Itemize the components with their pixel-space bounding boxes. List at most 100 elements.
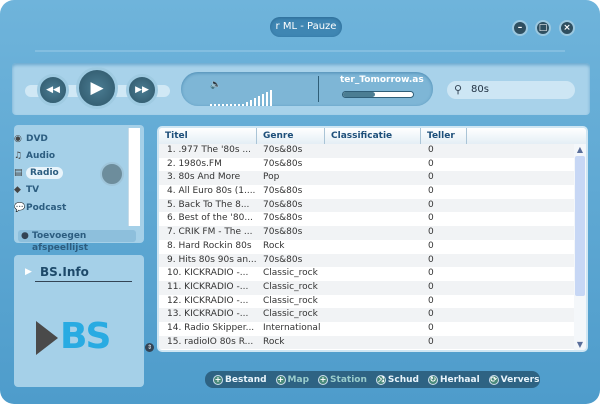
sidebar-item-podcast[interactable]: 💬Podcast (14, 203, 66, 213)
sidebar-item-label: Audio (26, 151, 56, 161)
table-cell: 9. Hits 80s 90s an... (167, 254, 257, 265)
table-cell: 12. KICKRADIO -... (167, 295, 249, 306)
tv-icon: ◆ (14, 185, 21, 195)
minimize-button[interactable]: – (512, 20, 528, 36)
table-row[interactable]: 13. KICKRADIO -... Classic_rock 0 (159, 308, 586, 322)
table-row[interactable]: 11. KICKRADIO -... Classic_rock 0 (159, 280, 586, 295)
divider (318, 76, 319, 102)
maximize-button[interactable]: □ (535, 20, 551, 36)
repeat-button[interactable]: ↻ Herhaal (427, 374, 480, 385)
table-row[interactable]: 1. .977 The '80s ... 70s&80s 0 (159, 144, 586, 158)
toggle-icon[interactable]: ⇕ (145, 343, 154, 352)
table-cell: 0 (428, 309, 434, 320)
table-row[interactable]: 8. Hard Rockin 80s Rock 0 (159, 240, 586, 254)
add-icon: ● (21, 231, 29, 241)
sidebar-item-dvd[interactable]: ◉ DVD (14, 134, 48, 144)
table-row[interactable]: 2. 1980s.FM 70s&80s 0 (159, 158, 586, 172)
table-cell: 0 (428, 240, 434, 251)
refresh-button[interactable]: ⟳ Ververs (488, 374, 540, 385)
sidebar-item-label: DVD (26, 134, 48, 144)
table-row[interactable]: 12. KICKRADIO -... Classic_rock 0 (159, 295, 586, 309)
table-cell: 5. Back To The 8... (167, 199, 250, 210)
divider (35, 50, 565, 52)
table-cell (325, 158, 421, 172)
table-cell: 70s&80s (263, 158, 303, 169)
station-button[interactable]: + Station (318, 374, 367, 385)
radio-device-icon (100, 162, 124, 186)
headphones-icon: ♫ (14, 151, 23, 161)
table-body: 1. .977 The '80s ... 70s&80s 0 2. 1980s.FM 7… (159, 144, 586, 350)
speaker-icon[interactable]: 🔈 (210, 80, 221, 90)
close-button[interactable]: × (559, 20, 575, 36)
volume-bar (258, 96, 260, 106)
refresh-icon: ⟳ (488, 374, 499, 385)
table-cell: 0 (428, 213, 434, 224)
table-cell (325, 322, 421, 336)
table-cell: 2. 1980s.FM (167, 158, 222, 169)
sidebar-item-audio[interactable]: ♫ Audio (14, 151, 55, 161)
table-row[interactable]: 10. KICKRADIO -... Classic_rock 0 (159, 267, 586, 281)
button-label: Ververs (500, 374, 540, 385)
table-cell: 0 (428, 322, 434, 333)
table-row[interactable]: 3. 80s And More Pop 0 (159, 171, 586, 186)
table-cell: Pop (263, 172, 280, 183)
radio-icon: ▤ (14, 168, 23, 178)
volume-bar (238, 104, 240, 106)
table-cell (325, 226, 421, 240)
sidebar-item-tv[interactable]: ◆ TV (14, 185, 39, 195)
table-cell: 10. KICKRADIO -... (167, 268, 249, 279)
table-row[interactable]: 15. radioIO 80s R... Rock 0 (159, 335, 586, 350)
table-cell: 7. CRIK FM - The ... (167, 227, 253, 238)
table-cell: 0 (428, 227, 434, 238)
expand-arrow-icon[interactable]: ▶ (25, 267, 32, 277)
rewind-button[interactable]: ◀◀ (37, 74, 69, 106)
table-cell: 0 (428, 186, 434, 197)
plus-icon: + (275, 374, 286, 385)
search-input[interactable]: ⚲ 80s (447, 81, 575, 99)
volume-slider[interactable] (210, 90, 272, 106)
table-cell (325, 240, 421, 254)
add-playlist-button[interactable]: ● Toevoegen afspeellijst (18, 230, 136, 253)
column-teller[interactable]: Teller (421, 128, 467, 144)
map-button[interactable]: + Map (275, 374, 309, 385)
table-row[interactable]: 6. Best of the '80... 70s&80s 0 (159, 212, 586, 226)
scroll-thumb[interactable] (575, 156, 585, 296)
table-cell: 8. Hard Rockin 80s (167, 240, 252, 251)
play-button[interactable]: ▶ (76, 67, 118, 109)
column-classificatie[interactable]: Classificatie (325, 128, 421, 144)
table-row[interactable]: 9. Hits 80s 90s an... 70s&80s 0 (159, 253, 586, 268)
column-titel[interactable]: Titel (159, 128, 257, 144)
table-header: Titel Genre Classificatie Teller (159, 128, 586, 144)
column-genre[interactable]: Genre (257, 128, 325, 144)
table-row[interactable]: 14. Radio Skipper... International 0 (159, 322, 586, 336)
table-scrollbar[interactable]: ▲ ▼ (574, 144, 586, 350)
table-cell: 70s&80s (263, 186, 303, 197)
plus-icon: + (213, 374, 223, 385)
table-cell: 0 (428, 281, 434, 292)
table-row[interactable]: 4. All Euro 80s (1.... 70s&80s 0 (159, 185, 586, 199)
table-cell: 4. All Euro 80s (1.... (167, 186, 256, 197)
table-row[interactable]: 5. Back To The 8... 70s&80s 0 (159, 198, 586, 213)
table-cell (325, 281, 421, 295)
scroll-up-icon[interactable]: ▲ (574, 145, 586, 154)
table-cell: 70s&80s (263, 199, 303, 210)
table-cell: 15. radioIO 80s R... (167, 336, 254, 347)
table-cell: 70s&80s (263, 213, 303, 224)
shuffle-button[interactable]: ⤨ Schud (375, 374, 419, 385)
volume-bar (270, 90, 272, 106)
table-cell: Classic_rock (263, 295, 318, 306)
bottom-toolbar: + Bestand + Map + Station ⤨ Schud ↻ Herhaal ⟳… (205, 371, 540, 388)
sidebar-item-radio[interactable]: ▤ Radio (14, 167, 63, 179)
forward-button[interactable]: ▶▶ (126, 74, 158, 106)
seek-bar[interactable] (342, 91, 414, 98)
table-row[interactable]: 7. CRIK FM - The ... 70s&80s 0 (159, 226, 586, 240)
table-cell: 0 (428, 295, 434, 306)
bestand-button[interactable]: + Bestand (213, 374, 267, 385)
sidebar-item-label: Radio (26, 167, 63, 179)
category-scrollbar[interactable] (128, 128, 140, 226)
volume-bar (210, 104, 212, 106)
table-cell: 1. .977 The '80s ... (167, 145, 252, 155)
scroll-down-icon[interactable]: ▼ (574, 340, 586, 349)
table-cell: 0 (428, 199, 434, 210)
table-cell: 14. Radio Skipper... (167, 322, 255, 333)
